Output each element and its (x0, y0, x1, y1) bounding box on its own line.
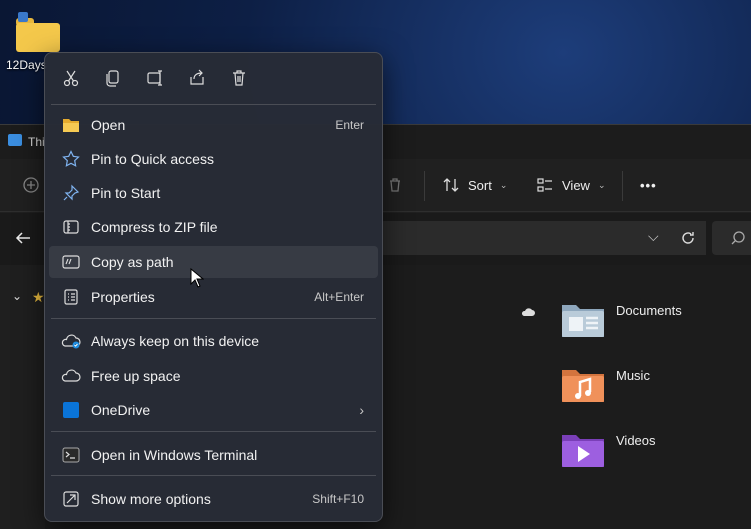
cloud-status-icon (521, 308, 535, 316)
menu-item-label: Compress to ZIP file (91, 219, 218, 235)
menu-item-label: Open in Windows Terminal (91, 447, 258, 463)
back-arrow-icon[interactable] (14, 229, 32, 247)
copy-icon (106, 70, 119, 87)
menu-item-pin-quick-access[interactable]: Pin to Quick access (49, 143, 378, 175)
sort-icon (443, 178, 459, 192)
library-item-videos[interactable]: Videos (560, 429, 656, 469)
toolbar-divider (622, 171, 623, 201)
see-more-button[interactable]: ••• (640, 173, 657, 197)
menu-item-shortcut: Enter (335, 118, 364, 132)
menu-item-label: Show more options (91, 491, 211, 507)
menu-divider (51, 318, 376, 319)
toolbar-delete-button[interactable] (386, 173, 404, 197)
this-pc-icon (8, 134, 22, 146)
share-button[interactable] (185, 66, 209, 90)
cloud-icon (61, 366, 81, 386)
library-label: Music (616, 368, 650, 383)
menu-item-pin-to-start[interactable]: Pin to Start (49, 177, 378, 209)
menu-item-label: Free up space (91, 368, 181, 384)
view-label: View (562, 177, 590, 193)
trash-icon (390, 178, 400, 192)
refresh-icon[interactable] (679, 229, 697, 247)
library-item-documents[interactable]: Documents (560, 299, 682, 339)
menu-item-label: Properties (91, 289, 155, 305)
menu-item-label: Pin to Start (91, 185, 161, 201)
copy-button[interactable] (101, 66, 125, 90)
search-icon (731, 231, 745, 245)
menu-item-always-keep[interactable]: Always keep on this device (49, 325, 378, 357)
menu-item-shortcut: Alt+Enter (314, 290, 364, 304)
menu-divider (51, 475, 376, 476)
onedrive-icon (61, 400, 81, 420)
documents-folder-icon (562, 305, 604, 337)
terminal-icon (61, 445, 81, 465)
library-label: Videos (616, 433, 656, 448)
toolbar-divider (424, 171, 425, 201)
view-icon (537, 178, 552, 192)
quick-access-star-icon[interactable]: ★ (32, 289, 45, 306)
menu-item-free-up-space[interactable]: Free up space (49, 360, 378, 392)
menu-item-properties[interactable]: Properties Alt+Enter (49, 281, 378, 313)
cut-icon (63, 70, 79, 87)
library-label: Documents (616, 303, 682, 318)
rename-icon (147, 70, 162, 86)
chevron-right-icon: › (359, 402, 364, 418)
library-item-music[interactable]: Music (560, 364, 650, 404)
star-icon (61, 149, 81, 169)
context-menu: Open Enter Pin to Quick access Pin to St… (44, 52, 383, 522)
view-button[interactable]: View ⌄ (536, 173, 606, 197)
mouse-pointer-icon (190, 268, 204, 288)
chevron-down-icon: ⌄ (499, 179, 508, 190)
videos-folder-icon (562, 435, 604, 467)
menu-item-label: Open (91, 117, 126, 133)
zip-icon (61, 217, 81, 237)
menu-item-copy-as-path[interactable]: Copy as path (49, 246, 378, 278)
new-icon (23, 177, 39, 193)
chevron-down-icon: ⌄ (597, 179, 606, 190)
context-menu-quick-actions (45, 53, 382, 103)
copy-path-icon (61, 252, 81, 272)
sort-label: Sort (468, 177, 492, 193)
delete-icon (233, 70, 245, 86)
cloud-keep-icon (61, 331, 81, 351)
delete-button[interactable] (227, 66, 251, 90)
menu-item-windows-terminal[interactable]: Open in Windows Terminal (49, 439, 378, 471)
menu-item-label: Copy as path (91, 254, 174, 270)
search-box[interactable] (712, 221, 751, 255)
more-options-icon (61, 489, 81, 509)
properties-icon (61, 287, 81, 307)
navigation-pane: ⌄ ★ (0, 265, 45, 529)
open-folder-icon (61, 115, 81, 135)
music-folder-icon (562, 370, 604, 402)
new-button[interactable] (22, 173, 40, 197)
rename-button[interactable] (143, 66, 167, 90)
menu-item-label: Pin to Quick access (91, 151, 214, 167)
menu-item-onedrive[interactable]: OneDrive › (49, 394, 378, 426)
address-dropdown-icon[interactable]: ⌵ (648, 228, 659, 245)
menu-item-label: OneDrive (91, 402, 151, 418)
menu-item-label: Always keep on this device (91, 333, 260, 349)
cut-button[interactable] (59, 66, 83, 90)
folder-icon (16, 12, 60, 52)
menu-item-open[interactable]: Open Enter (49, 109, 378, 141)
menu-divider (51, 431, 376, 432)
pin-icon (61, 183, 81, 203)
menu-divider (51, 104, 376, 105)
sort-button[interactable]: Sort ⌄ (442, 173, 507, 197)
menu-item-shortcut: Shift+F10 (312, 492, 364, 506)
expand-chevron-icon[interactable]: ⌄ (12, 289, 22, 303)
menu-item-show-more-options[interactable]: Show more options Shift+F10 (49, 483, 378, 515)
window-title: Thi (28, 135, 45, 149)
share-icon (190, 69, 204, 85)
menu-item-compress-zip[interactable]: Compress to ZIP file (49, 211, 378, 243)
address-bar[interactable]: ⌵ (380, 221, 706, 255)
